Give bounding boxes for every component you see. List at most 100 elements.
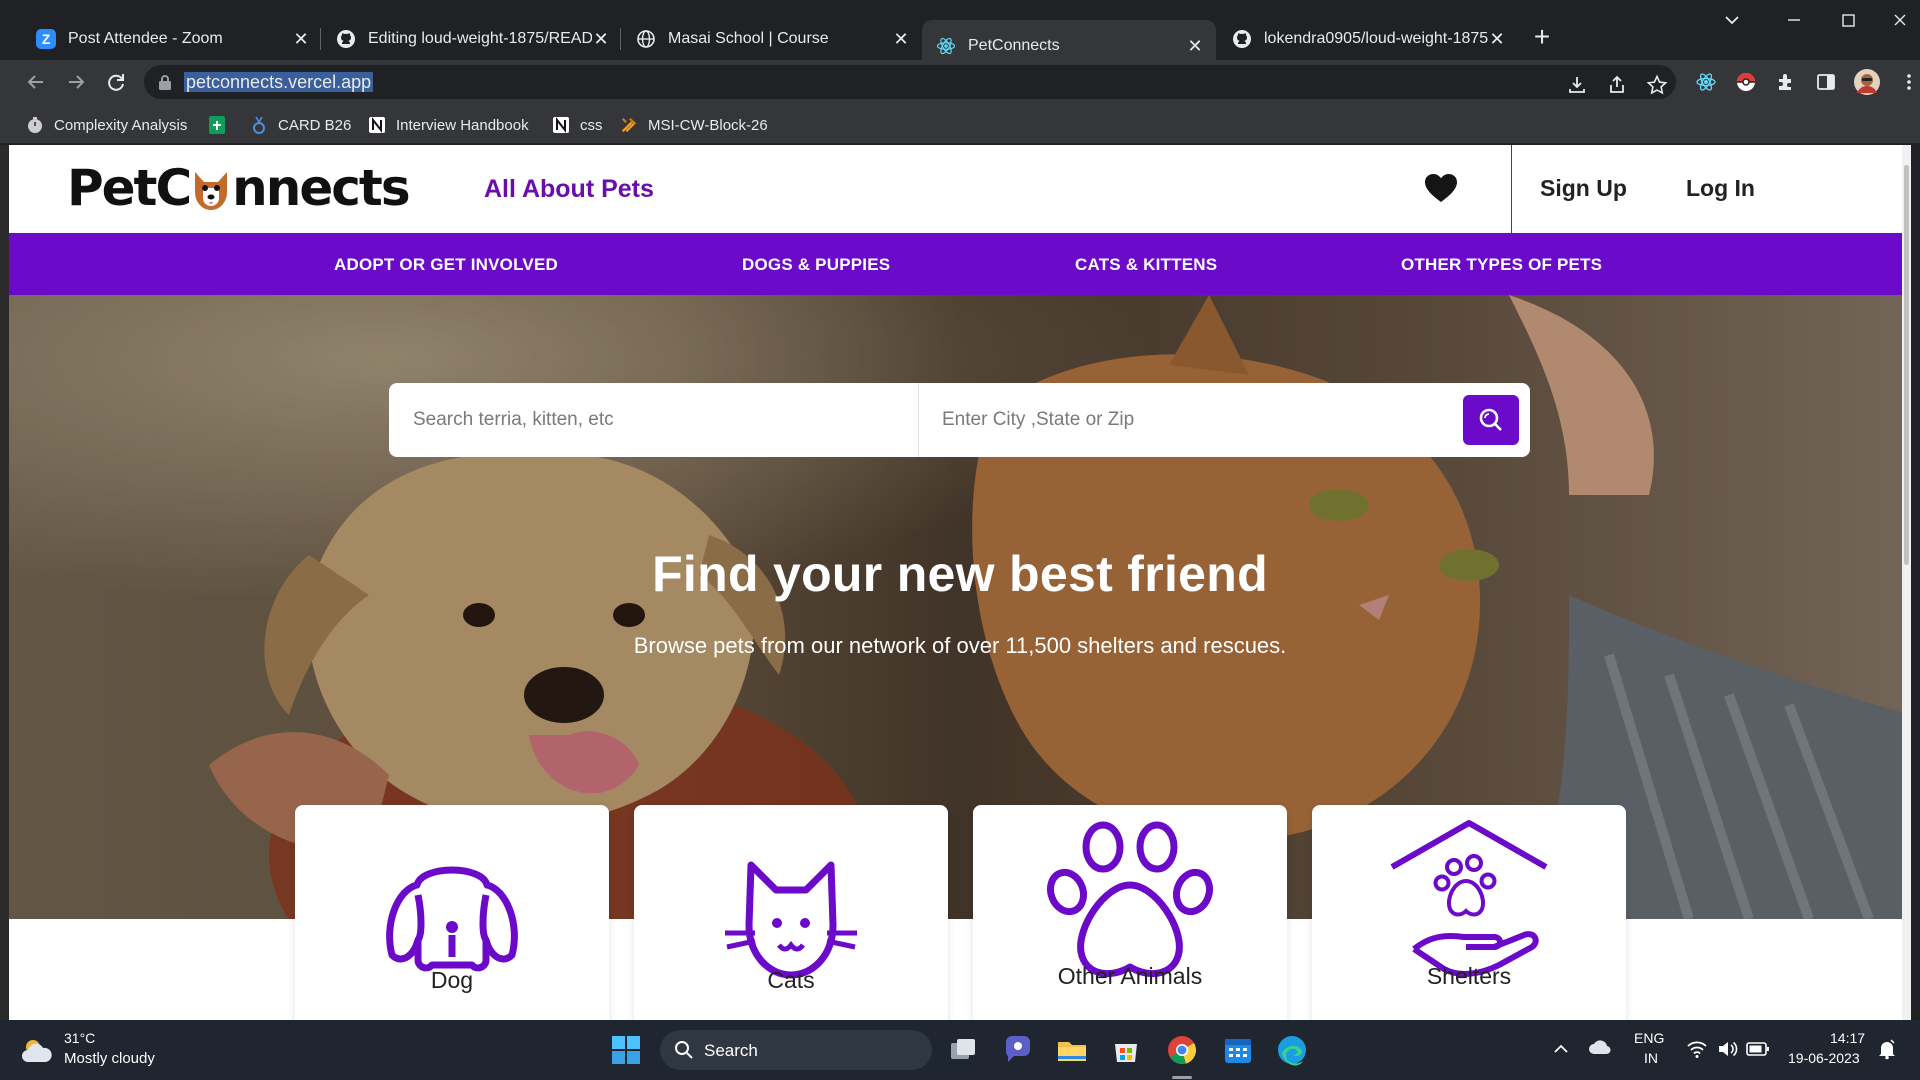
nav-other-types-of-pets[interactable]: OTHER TYPES OF PETS: [1401, 255, 1602, 275]
hero-subtitle: Browse pets from our network of over 11,…: [633, 633, 1287, 658]
all-about-pets-link[interactable]: All About Pets: [484, 175, 654, 204]
chrome-icon[interactable]: [1166, 1034, 1198, 1066]
calendar-icon[interactable]: [1222, 1034, 1254, 1066]
category-card-shelters[interactable]: Shelters: [1312, 805, 1626, 1020]
clock-date[interactable]: 19-06-2023: [1788, 1050, 1860, 1066]
browser-toolbar: petconnects.vercel.app: [0, 60, 1920, 104]
language-bottom[interactable]: IN: [1644, 1050, 1658, 1066]
logo-text-part: C: [155, 159, 192, 217]
battery-icon[interactable]: [1746, 1040, 1770, 1061]
bookmark-css[interactable]: css: [552, 114, 603, 136]
nav-adopt-or-get-involved[interactable]: ADOPT OR GET INVOLVED: [334, 255, 558, 275]
microsoft-store-icon[interactable]: [1110, 1034, 1142, 1066]
location-search-input[interactable]: Enter City ,State or Zip: [942, 409, 1134, 431]
site-header: Pet Cnnects All About Pets Sign Up Log In: [9, 145, 1911, 233]
category-card-dog[interactable]: Dog: [295, 805, 609, 1020]
close-icon[interactable]: ✕: [1186, 37, 1204, 55]
react-devtools-icon[interactable]: [1695, 71, 1717, 93]
task-view-icon[interactable]: [947, 1034, 979, 1066]
new-tab-button[interactable]: +: [1528, 23, 1556, 52]
volume-icon[interactable]: [1716, 1039, 1738, 1062]
pet-search-input[interactable]: Search terria, kitten, etc: [413, 409, 614, 431]
scrollbar-thumb[interactable]: [1904, 165, 1909, 565]
search-icon: [1479, 408, 1502, 431]
card-label: Cats: [767, 967, 815, 993]
weather-temperature[interactable]: 31°C: [64, 1030, 95, 1046]
taskbar-search-label: Search: [704, 1041, 758, 1060]
tab-zoom[interactable]: Z Post Attendee - Zoom ✕: [22, 20, 322, 58]
close-icon[interactable]: ✕: [592, 30, 610, 48]
tab-separator: [620, 28, 621, 50]
wifi-icon[interactable]: [1686, 1039, 1708, 1062]
install-app-icon[interactable]: [1566, 74, 1588, 96]
share-icon[interactable]: [1606, 74, 1628, 96]
close-icon[interactable]: ✕: [892, 30, 910, 48]
tab-search-icon[interactable]: [1720, 8, 1744, 32]
logo-text-part: Pet: [67, 159, 157, 217]
bookmark-sheets[interactable]: [208, 114, 236, 136]
active-app-indicator: [1172, 1076, 1192, 1079]
card-label: Shelters: [1426, 963, 1512, 989]
close-window-icon[interactable]: [1888, 8, 1912, 32]
tab-masai[interactable]: Masai School | Course ✕: [622, 20, 922, 58]
search-button[interactable]: [1463, 395, 1519, 445]
category-card-cats[interactable]: Cats: [634, 805, 948, 1020]
favorites-heart-icon[interactable]: [1424, 173, 1458, 203]
side-panel-icon[interactable]: [1815, 71, 1837, 93]
log-in-link[interactable]: Log In: [1686, 175, 1755, 202]
edge-icon[interactable]: [1276, 1034, 1308, 1066]
tab-github-readme[interactable]: Editing loud-weight-1875/READM ✕: [322, 20, 622, 58]
category-navbar: ADOPT OR GET INVOLVED DOGS & PUPPIES CAT…: [9, 233, 1911, 295]
tab-title: Editing loud-weight-1875/READM: [368, 30, 592, 47]
extensions-puzzle-icon[interactable]: [1775, 71, 1797, 93]
notification-bell-icon[interactable]: [1876, 1038, 1898, 1063]
teams-chat-icon[interactable]: [1002, 1034, 1034, 1066]
card-label: Dog: [430, 967, 474, 993]
page-scrollbar[interactable]: [1902, 145, 1911, 1020]
bookmark-card-b26[interactable]: CARD B26: [250, 114, 351, 136]
desktop-screen: Z Post Attendee - Zoom ✕ Editing loud-we…: [0, 0, 1920, 1080]
pokeball-extension-icon[interactable]: [1735, 71, 1757, 93]
bookmark-label: css: [580, 116, 603, 134]
weather-cloud-icon[interactable]: [20, 1036, 54, 1064]
address-bar[interactable]: petconnects.vercel.app: [144, 65, 1676, 99]
dog-icon: [295, 855, 609, 975]
category-card-other-animals[interactable]: Other Animals: [973, 805, 1287, 1020]
windows-start-icon[interactable]: [610, 1034, 642, 1066]
bookmark-complexity-analysis[interactable]: Complexity Analysis: [26, 114, 187, 136]
close-icon[interactable]: ✕: [292, 30, 310, 48]
browser-menu-icon[interactable]: [1898, 71, 1920, 93]
lock-icon[interactable]: [158, 74, 172, 90]
stopwatch-icon: [26, 116, 44, 134]
profile-avatar[interactable]: [1853, 68, 1881, 96]
url-text[interactable]: petconnects.vercel.app: [184, 72, 374, 92]
window-edge: [0, 145, 9, 1020]
maximize-icon[interactable]: [1836, 8, 1860, 32]
close-icon[interactable]: ✕: [1488, 30, 1506, 48]
bookmark-label: Complexity Analysis: [54, 116, 188, 134]
globe-icon: [636, 29, 656, 49]
clock-time[interactable]: 14:17: [1830, 1030, 1865, 1046]
tab-github-repo[interactable]: lokendra0905/loud-weight-1875 ✕: [1218, 20, 1518, 58]
nav-dogs-puppies[interactable]: DOGS & PUPPIES: [742, 255, 890, 275]
bookmark-msi-cw-block-26[interactable]: MSI-CW-Block-26: [620, 114, 768, 136]
sign-up-link[interactable]: Sign Up: [1540, 175, 1627, 202]
back-arrow-icon[interactable]: [22, 68, 50, 96]
bookmark-interview-handbook[interactable]: Interview Handbook: [368, 114, 529, 136]
file-explorer-icon[interactable]: [1056, 1034, 1088, 1066]
bookmark-star-icon[interactable]: [1646, 74, 1668, 96]
language-top[interactable]: ENG: [1634, 1030, 1664, 1046]
minimize-icon[interactable]: [1782, 8, 1806, 32]
nav-cats-kittens[interactable]: CATS & KITTENS: [1075, 255, 1217, 275]
show-hidden-icons[interactable]: [1552, 1040, 1570, 1061]
reload-icon[interactable]: [102, 68, 130, 96]
github-icon: [336, 29, 356, 49]
bookmarks-bar: Complexity Analysis CARD B26 Interview H…: [0, 104, 1920, 144]
forward-arrow-icon[interactable]: [62, 68, 90, 96]
sheets-icon: [208, 116, 226, 134]
cat-icon: [634, 855, 948, 985]
onedrive-cloud-icon[interactable]: [1588, 1038, 1612, 1061]
site-logo[interactable]: Pet Cnnects: [67, 159, 411, 217]
taskbar-search-box[interactable]: Search: [660, 1030, 932, 1070]
weather-description[interactable]: Mostly cloudy: [64, 1050, 155, 1067]
